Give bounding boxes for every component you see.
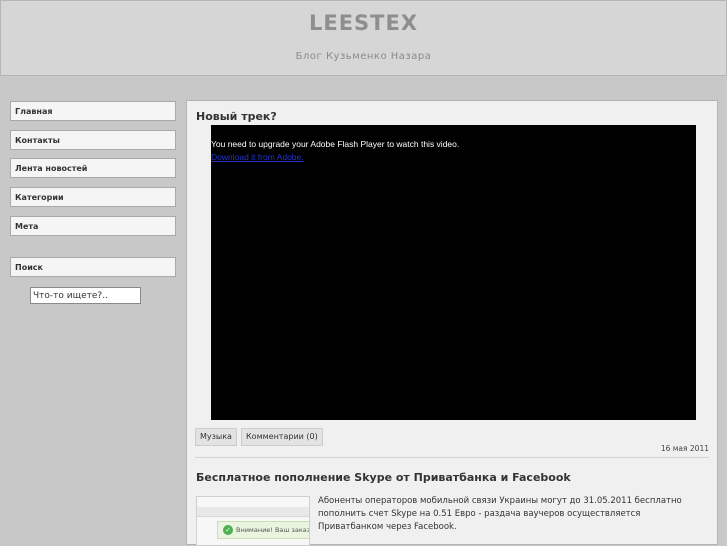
sidebar-item-meta[interactable]: Мета — [10, 216, 176, 236]
site-description: Блог Кузьменко Назара — [295, 51, 432, 62]
flash-video-player[interactable]: You need to upgrade your Adobe Flash Pla… — [211, 125, 696, 420]
main-content: Новый трек? You need to upgrade your Ado… — [186, 100, 718, 546]
flash-upgrade-message: You need to upgrade your Adobe Flash Pla… — [211, 139, 460, 149]
category-tag-music[interactable]: Музыка — [195, 428, 237, 446]
post-divider — [195, 457, 709, 458]
sidebar-item-categories[interactable]: Категории — [10, 187, 176, 207]
thumbnail-alert-text: Внимание! Ваш заказ — [236, 526, 310, 534]
sidebar-item-home[interactable]: Главная — [10, 101, 176, 121]
check-icon: ✓ — [223, 525, 233, 535]
site-header: LEESTEX Блог Кузьменко Назара — [0, 0, 727, 76]
sidebar: Главная Контакты Лента новостей Категори… — [0, 91, 184, 545]
flash-download-link[interactable]: Download it from Adobe. — [211, 152, 304, 162]
sidebar-search-title: Поиск — [10, 257, 176, 277]
comments-link[interactable]: Комментарии (0) — [241, 428, 323, 446]
thumbnail-alert: ✓ Внимание! Ваш заказ — [217, 521, 310, 539]
sidebar-item-news-feed[interactable]: Лента новостей — [10, 158, 176, 178]
thumbnail-bar — [197, 507, 309, 517]
post-thumbnail[interactable]: ✓ Внимание! Ваш заказ — [196, 496, 310, 546]
post-date: 16 мая 2011 — [660, 444, 709, 453]
post-title[interactable]: Новый трек? — [196, 110, 277, 123]
post-title[interactable]: Бесплатное пополнение Skype от Приватбан… — [196, 471, 571, 484]
post-excerpt: Абоненты операторов мобильной связи Укра… — [318, 496, 682, 532]
search-input[interactable] — [30, 287, 141, 304]
sidebar-item-contacts[interactable]: Контакты — [10, 130, 176, 150]
site-title[interactable]: LEESTEX — [1, 11, 726, 35]
